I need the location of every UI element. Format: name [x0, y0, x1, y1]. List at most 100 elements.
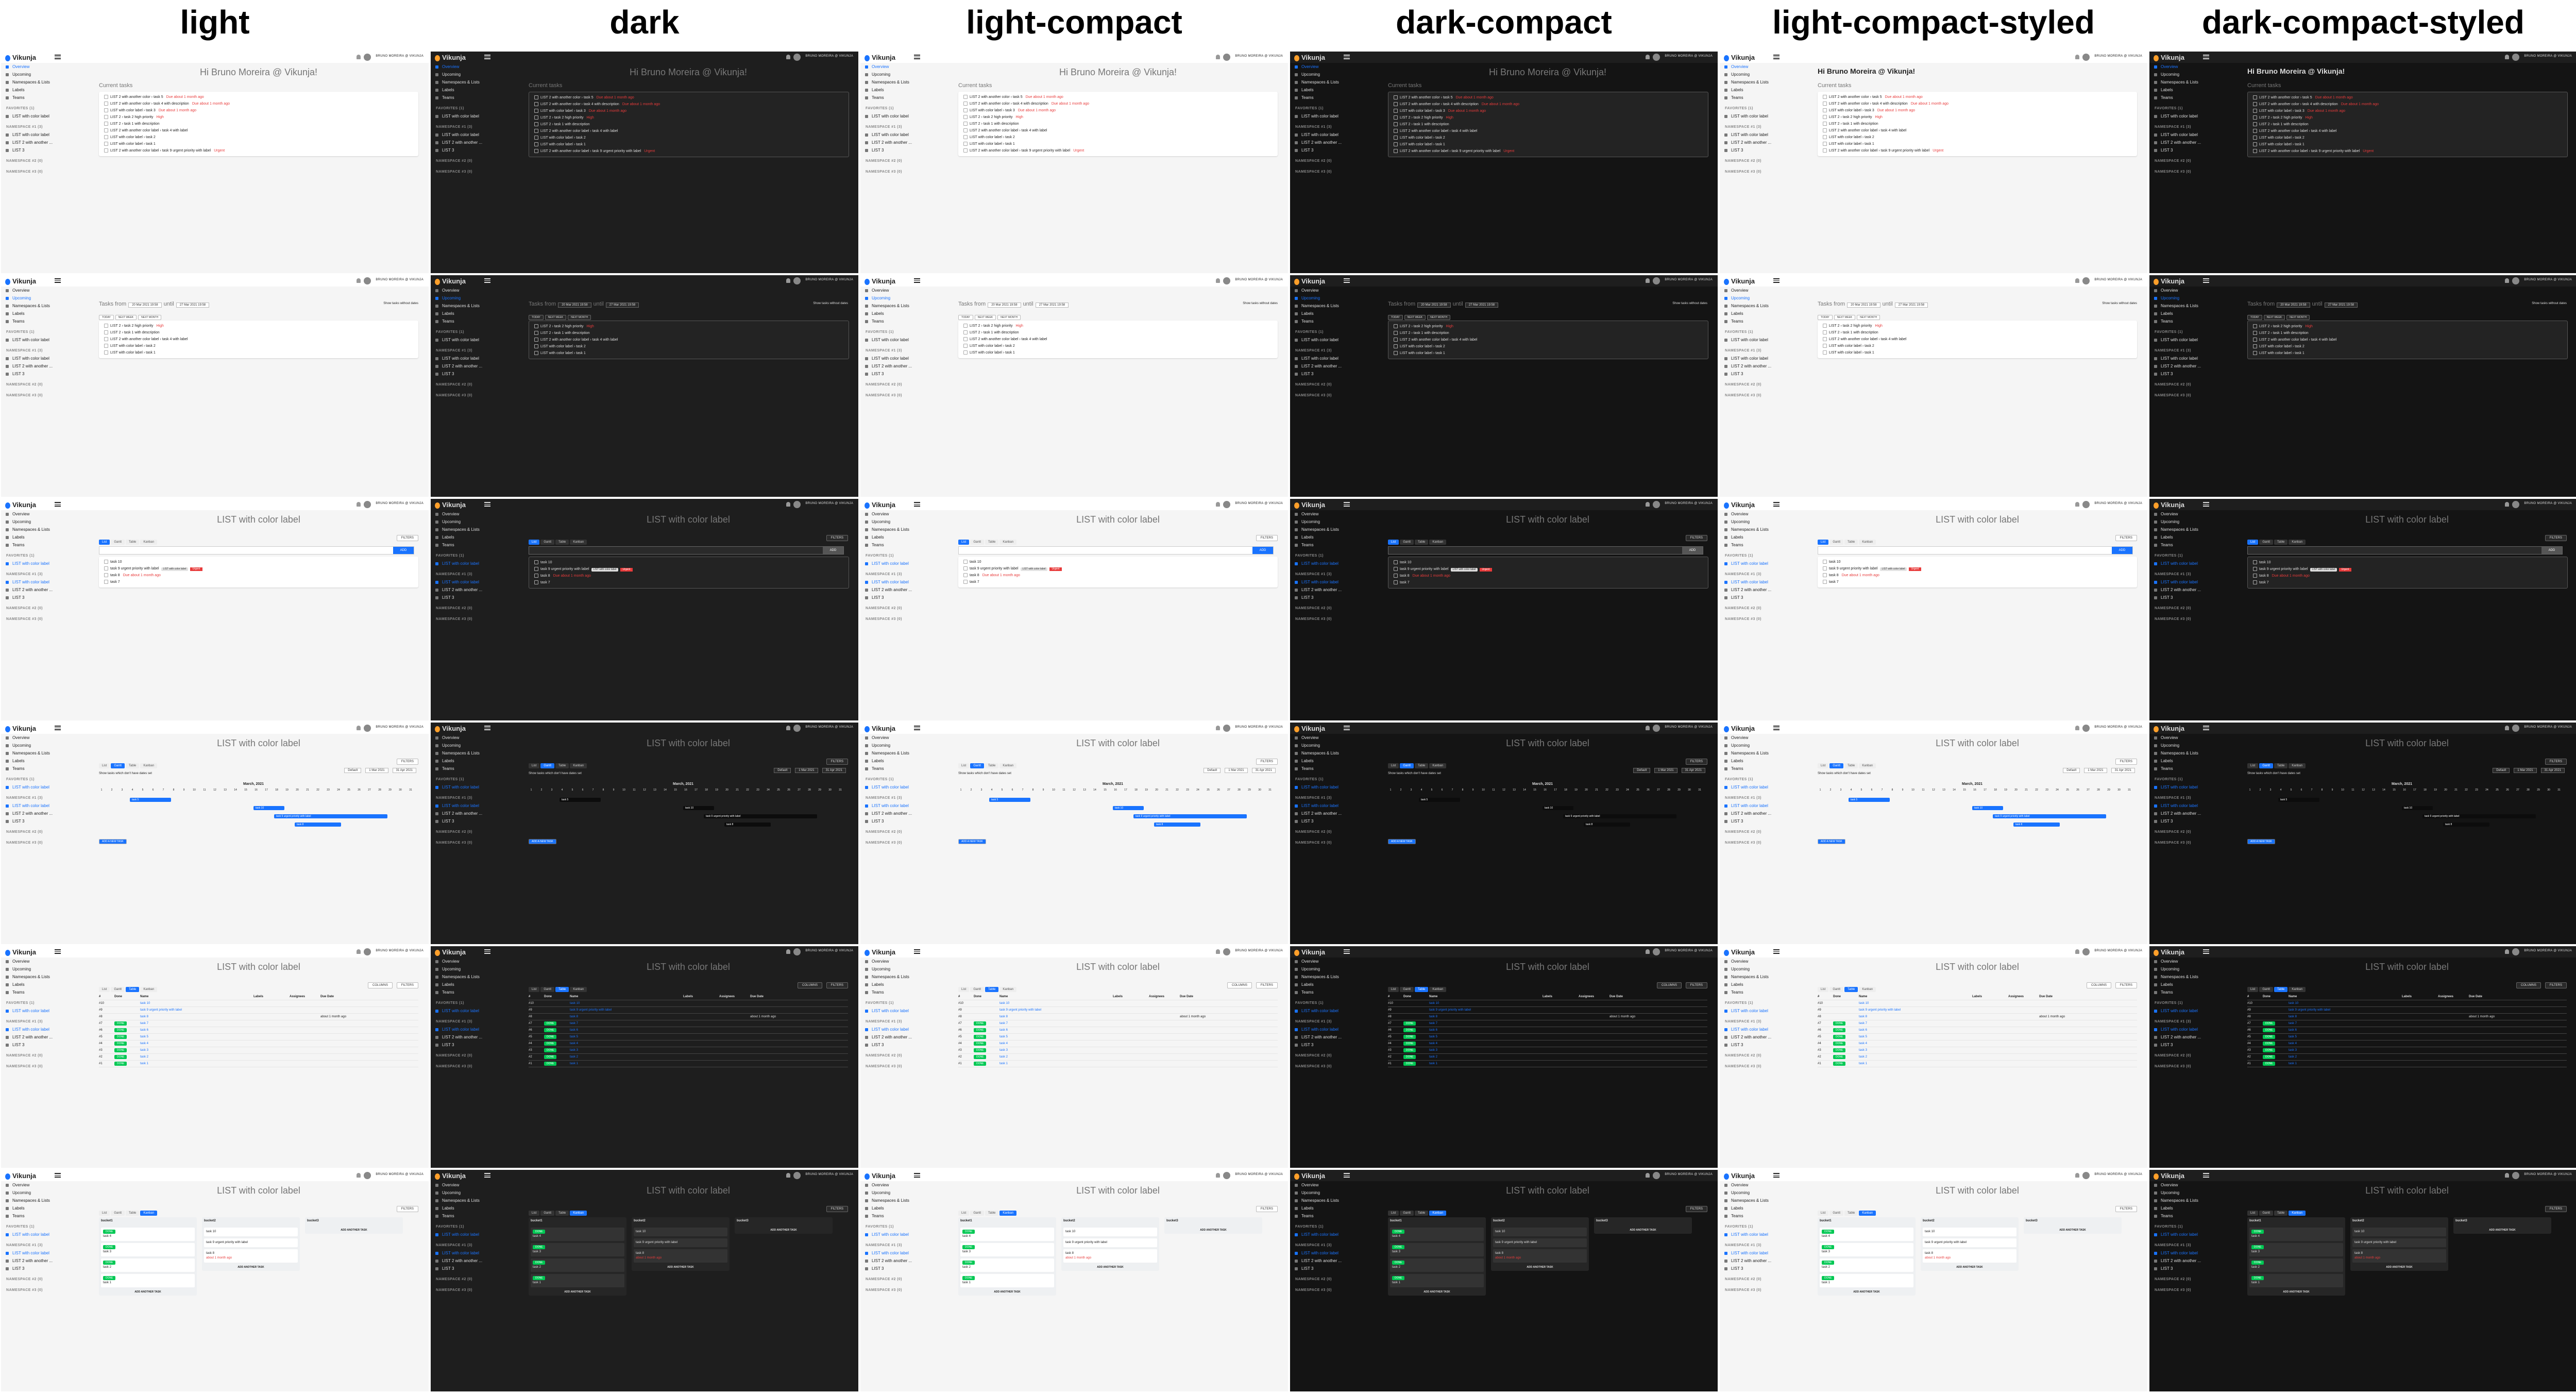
- sidebar-namespace-list[interactable]: LIST 3: [860, 817, 953, 825]
- sidebar-item-upcoming[interactable]: Upcoming: [1290, 1189, 1383, 1197]
- sidebar-namespace-list[interactable]: LIST 2 with another ...: [2149, 139, 2242, 146]
- namespace-1-heading[interactable]: NAMESPACE #1 (3): [431, 347, 523, 355]
- table-header-cell[interactable]: Name: [140, 994, 148, 1000]
- table-row[interactable]: #3 DONE task 3: [99, 1047, 418, 1054]
- task-row[interactable]: LIST with color label › task 2: [2248, 343, 2567, 350]
- task-row[interactable]: LIST with color label › task 3 Due about …: [958, 107, 1278, 114]
- sidebar-item-namespaces-lists[interactable]: Namespaces & Lists: [2149, 78, 2242, 86]
- view-tab-list[interactable]: List: [529, 987, 540, 992]
- task-checkbox[interactable]: [104, 102, 108, 106]
- view-tab-table[interactable]: Table: [985, 987, 999, 992]
- view-tab-list[interactable]: List: [99, 1211, 110, 1216]
- task-checkbox[interactable]: [963, 142, 968, 146]
- sidebar-item-labels[interactable]: Labels: [1, 533, 94, 541]
- user-menu-label[interactable]: BRUNO MOREIRA @ VIKUNJA: [2524, 55, 2572, 58]
- hamburger-menu-icon[interactable]: [1344, 55, 1350, 59]
- sidebar-item-namespaces-lists[interactable]: Namespaces & Lists: [1720, 973, 1812, 981]
- task-row[interactable]: LIST 2 with another color › task 4 with …: [1818, 100, 2137, 107]
- table-header-cell[interactable]: Name: [999, 994, 1008, 1000]
- notifications-bell-icon[interactable]: [1646, 1173, 1650, 1178]
- sidebar-namespace-list[interactable]: LIST with color label: [2149, 355, 2242, 362]
- task-checkbox[interactable]: [1394, 115, 1398, 120]
- sidebar-namespace-list[interactable]: LIST 3: [1290, 146, 1383, 154]
- sidebar-item-namespaces-lists[interactable]: Namespaces & Lists: [1, 526, 94, 533]
- sidebar-namespace-list[interactable]: LIST with color label: [431, 802, 523, 810]
- sidebar-favorite-list[interactable]: LIST with color label: [2149, 560, 2242, 567]
- sidebar-item-overview[interactable]: Overview: [431, 287, 523, 294]
- table-header-cell[interactable]: Due Date: [1609, 994, 1623, 1000]
- namespace-1-heading[interactable]: NAMESPACE #1 (3): [431, 123, 523, 131]
- add-another-task-button[interactable]: ADD ANOTHER TASK: [1820, 1290, 1913, 1294]
- user-avatar[interactable]: [2082, 54, 2090, 61]
- sidebar-item-upcoming[interactable]: Upcoming: [1720, 742, 1812, 749]
- view-tab-gantt[interactable]: Gantt: [2259, 763, 2274, 768]
- favorites-heading[interactable]: FAVORITES (1): [1720, 328, 1812, 336]
- notifications-bell-icon[interactable]: [1216, 1173, 1220, 1178]
- view-tab-list[interactable]: List: [1388, 540, 1399, 545]
- task-checkbox[interactable]: [1394, 142, 1398, 147]
- sidebar-favorite-list[interactable]: LIST with color label: [2149, 783, 2242, 791]
- gantt-add-task-button[interactable]: ADD A NEW TASK: [958, 839, 986, 844]
- sidebar-item-upcoming[interactable]: Upcoming: [1720, 518, 1812, 526]
- task-checkbox[interactable]: [534, 567, 538, 572]
- user-menu-label[interactable]: BRUNO MOREIRA @ VIKUNJA: [805, 726, 853, 729]
- table-header-cell[interactable]: Done: [544, 994, 552, 1000]
- view-tab-list[interactable]: List: [529, 540, 540, 545]
- namespace-1-heading[interactable]: NAMESPACE #1 (3): [860, 794, 953, 802]
- sidebar-item-labels[interactable]: Labels: [1720, 1204, 1812, 1212]
- view-tab-kanban[interactable]: Kanban: [1859, 987, 1876, 992]
- range-button-1[interactable]: NEXT WEEK: [1404, 315, 1426, 320]
- kanban-card[interactable]: task 8 about 1 month ago: [1493, 1249, 1587, 1263]
- sidebar-favorite-list[interactable]: LIST with color label: [860, 783, 953, 791]
- task-checkbox[interactable]: [534, 574, 538, 578]
- task-checkbox[interactable]: [534, 102, 538, 107]
- namespace-1-heading[interactable]: NAMESPACE #1 (3): [1, 123, 94, 131]
- gantt-size-select[interactable]: Default: [1204, 768, 1221, 773]
- sidebar-favorite-list[interactable]: LIST with color label: [860, 560, 953, 567]
- sidebar-namespace-list[interactable]: LIST 3: [860, 146, 953, 154]
- sidebar-item-labels[interactable]: Labels: [1, 1204, 94, 1212]
- namespace-1-heading[interactable]: NAMESPACE #1 (3): [2149, 794, 2242, 802]
- sidebar-item-overview[interactable]: Overview: [1720, 958, 1812, 965]
- filters-button[interactable]: FILTERS: [1256, 759, 1278, 765]
- task-checkbox[interactable]: [1823, 115, 1827, 120]
- task-checkbox[interactable]: [104, 115, 108, 120]
- task-title[interactable]: task 3: [146, 109, 156, 112]
- sidebar-namespace-list[interactable]: LIST 2 with another ...: [431, 1257, 523, 1265]
- sidebar-item-teams[interactable]: Teams: [1, 765, 94, 773]
- kanban-card[interactable]: DONE task 2: [101, 1258, 195, 1272]
- notifications-bell-icon[interactable]: [2505, 278, 2509, 283]
- favorites-heading[interactable]: FAVORITES (1): [431, 552, 523, 560]
- hamburger-menu-icon[interactable]: [2203, 502, 2209, 507]
- user-avatar[interactable]: [364, 501, 371, 508]
- user-menu-label[interactable]: BRUNO MOREIRA @ VIKUNJA: [2094, 726, 2142, 729]
- task-title[interactable]: task 9 urgent priority with label: [592, 149, 641, 153]
- view-tab-list[interactable]: List: [529, 763, 540, 768]
- sidebar-favorite-list[interactable]: LIST with color label: [1, 783, 94, 791]
- hamburger-menu-icon[interactable]: [914, 726, 920, 730]
- view-tab-gantt[interactable]: Gantt: [540, 540, 555, 545]
- view-tab-kanban[interactable]: Kanban: [1859, 540, 1876, 545]
- range-button-2[interactable]: NEXT MONTH: [568, 315, 591, 320]
- sidebar-item-labels[interactable]: Labels: [860, 533, 953, 541]
- table-header-cell[interactable]: #: [1388, 994, 1389, 1000]
- add-another-task-button[interactable]: ADD ANOTHER TASK: [2455, 1229, 2549, 1232]
- gantt-to-input[interactable]: 31 Apr 2021: [392, 768, 416, 773]
- kanban-card[interactable]: DONE task 2: [2249, 1258, 2343, 1272]
- add-another-task-button[interactable]: ADD ANOTHER TASK: [2249, 1290, 2343, 1294]
- task-name-cell[interactable]: task 8: [570, 1014, 578, 1020]
- view-tab-kanban[interactable]: Kanban: [999, 1211, 1017, 1216]
- sidebar-item-namespaces-lists[interactable]: Namespaces & Lists: [1, 78, 94, 86]
- user-avatar[interactable]: [793, 948, 801, 955]
- brand-logo[interactable]: Vikunja: [5, 501, 36, 509]
- filters-button[interactable]: FILTERS: [2545, 982, 2567, 988]
- namespace-3-heading[interactable]: NAMESPACE #3 (0): [1290, 839, 1383, 847]
- namespace-3-heading[interactable]: NAMESPACE #3 (0): [1290, 168, 1383, 176]
- namespace-2-heading[interactable]: NAMESPACE #2 (0): [1290, 381, 1383, 389]
- sidebar-item-labels[interactable]: Labels: [431, 1204, 523, 1212]
- brand-logo[interactable]: Vikunja: [5, 277, 36, 285]
- hamburger-menu-icon[interactable]: [484, 726, 490, 730]
- view-tab-list[interactable]: List: [2247, 987, 2259, 992]
- kanban-card[interactable]: task 9 urgent priority with label: [634, 1238, 727, 1247]
- user-avatar[interactable]: [1653, 725, 1660, 732]
